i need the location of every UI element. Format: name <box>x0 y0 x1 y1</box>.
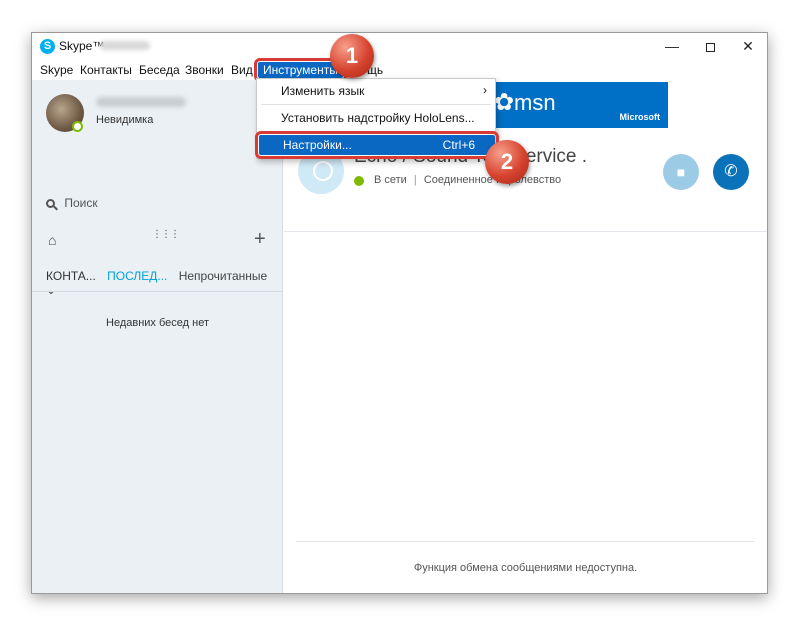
menu-item-label: Изменить язык <box>281 84 365 98</box>
minimize-button[interactable]: — <box>653 33 691 59</box>
menu-separator <box>261 131 491 132</box>
menu-item-label: Настройки... <box>283 138 352 152</box>
blurred-profile-name <box>96 97 186 107</box>
video-call-button[interactable]: ■ <box>663 154 699 190</box>
microsoft-label: Microsoft <box>619 112 661 122</box>
msn-butterfly-icon: ✿ <box>494 89 515 116</box>
close-button[interactable]: ✕ <box>729 33 767 59</box>
blurred-username <box>100 41 150 50</box>
menu-item-label: Установить надстройку HoloLens... <box>281 111 475 125</box>
tools-dropdown-menu: Изменить язык › Установить надстройку Ho… <box>255 78 499 159</box>
menu-skype[interactable]: Skype <box>35 62 78 78</box>
online-status-icon <box>354 176 364 186</box>
empty-recent-text: Недавних бесед нет <box>106 317 209 329</box>
step-badge-1: 1 <box>330 34 374 78</box>
chevron-right-icon: › <box>483 83 487 97</box>
tab-contacts[interactable]: КОНТА... <box>46 269 96 283</box>
search-placeholder: Поиск <box>64 196 98 210</box>
title-bar: S Skype™ — ✕ <box>32 33 767 59</box>
dialpad-icon[interactable]: ⋮⋮⋮ <box>152 230 180 240</box>
menu-conversation[interactable]: Беседа <box>134 62 185 78</box>
messaging-unavailable-text: Функция обмена сообщениями недоступна. <box>413 562 638 574</box>
add-icon[interactable]: + <box>254 228 266 251</box>
maximize-icon <box>705 42 715 52</box>
skype-logo-icon: S <box>40 39 55 54</box>
presence-indicator-icon <box>72 121 83 132</box>
menu-bar: Skype Контакты Беседа Звонки Вид Инструм… <box>32 58 767 82</box>
menu-view[interactable]: Вид <box>226 62 258 78</box>
search-input[interactable]: Поиск <box>46 196 98 210</box>
profile-status[interactable]: Невидимка <box>96 114 153 126</box>
menu-calls[interactable]: Звонки <box>180 62 229 78</box>
menu-item-shortcut: Ctrl+6 <box>442 138 475 152</box>
search-icon <box>46 199 55 208</box>
menu-item-change-language[interactable]: Изменить язык › <box>257 81 495 101</box>
separator: | <box>413 174 417 186</box>
msn-logo-text: msn <box>514 90 556 115</box>
sidebar-tabs: КОНТА... ПОСЛЕД... Непрочитанные ⌄ <box>46 269 276 297</box>
divider <box>296 541 755 542</box>
sidebar-nav: ⌂ ⋮⋮⋮ + <box>32 228 283 252</box>
menu-item-settings[interactable]: Настройки... Ctrl+6 <box>255 131 499 159</box>
phone-icon: ✆ <box>724 163 738 180</box>
contact-online-text: В сети <box>374 174 407 186</box>
audio-call-button[interactable]: ✆ <box>713 154 749 190</box>
maximize-button[interactable] <box>691 33 729 59</box>
msn-banner[interactable]: ✿ msn Microsoft <box>484 82 668 128</box>
menu-tools[interactable]: Инструменты <box>254 58 347 82</box>
step-badge-2: 2 <box>485 140 529 184</box>
video-camera-icon: ■ <box>676 164 686 180</box>
app-title: Skype™ <box>59 39 105 53</box>
menu-contacts[interactable]: Контакты <box>75 62 137 78</box>
menu-item-install-hololens[interactable]: Установить надстройку HoloLens... <box>257 108 495 128</box>
menu-separator <box>261 104 491 105</box>
divider <box>32 291 283 292</box>
sidebar: Невидимка Поиск ⌂ ⋮⋮⋮ + КОНТА... ПОСЛЕД.… <box>32 80 283 593</box>
home-icon[interactable]: ⌂ <box>48 232 56 248</box>
tab-recent[interactable]: ПОСЛЕД... <box>107 269 167 283</box>
contact-status: В сети | Соединенное Королевство <box>374 174 561 186</box>
